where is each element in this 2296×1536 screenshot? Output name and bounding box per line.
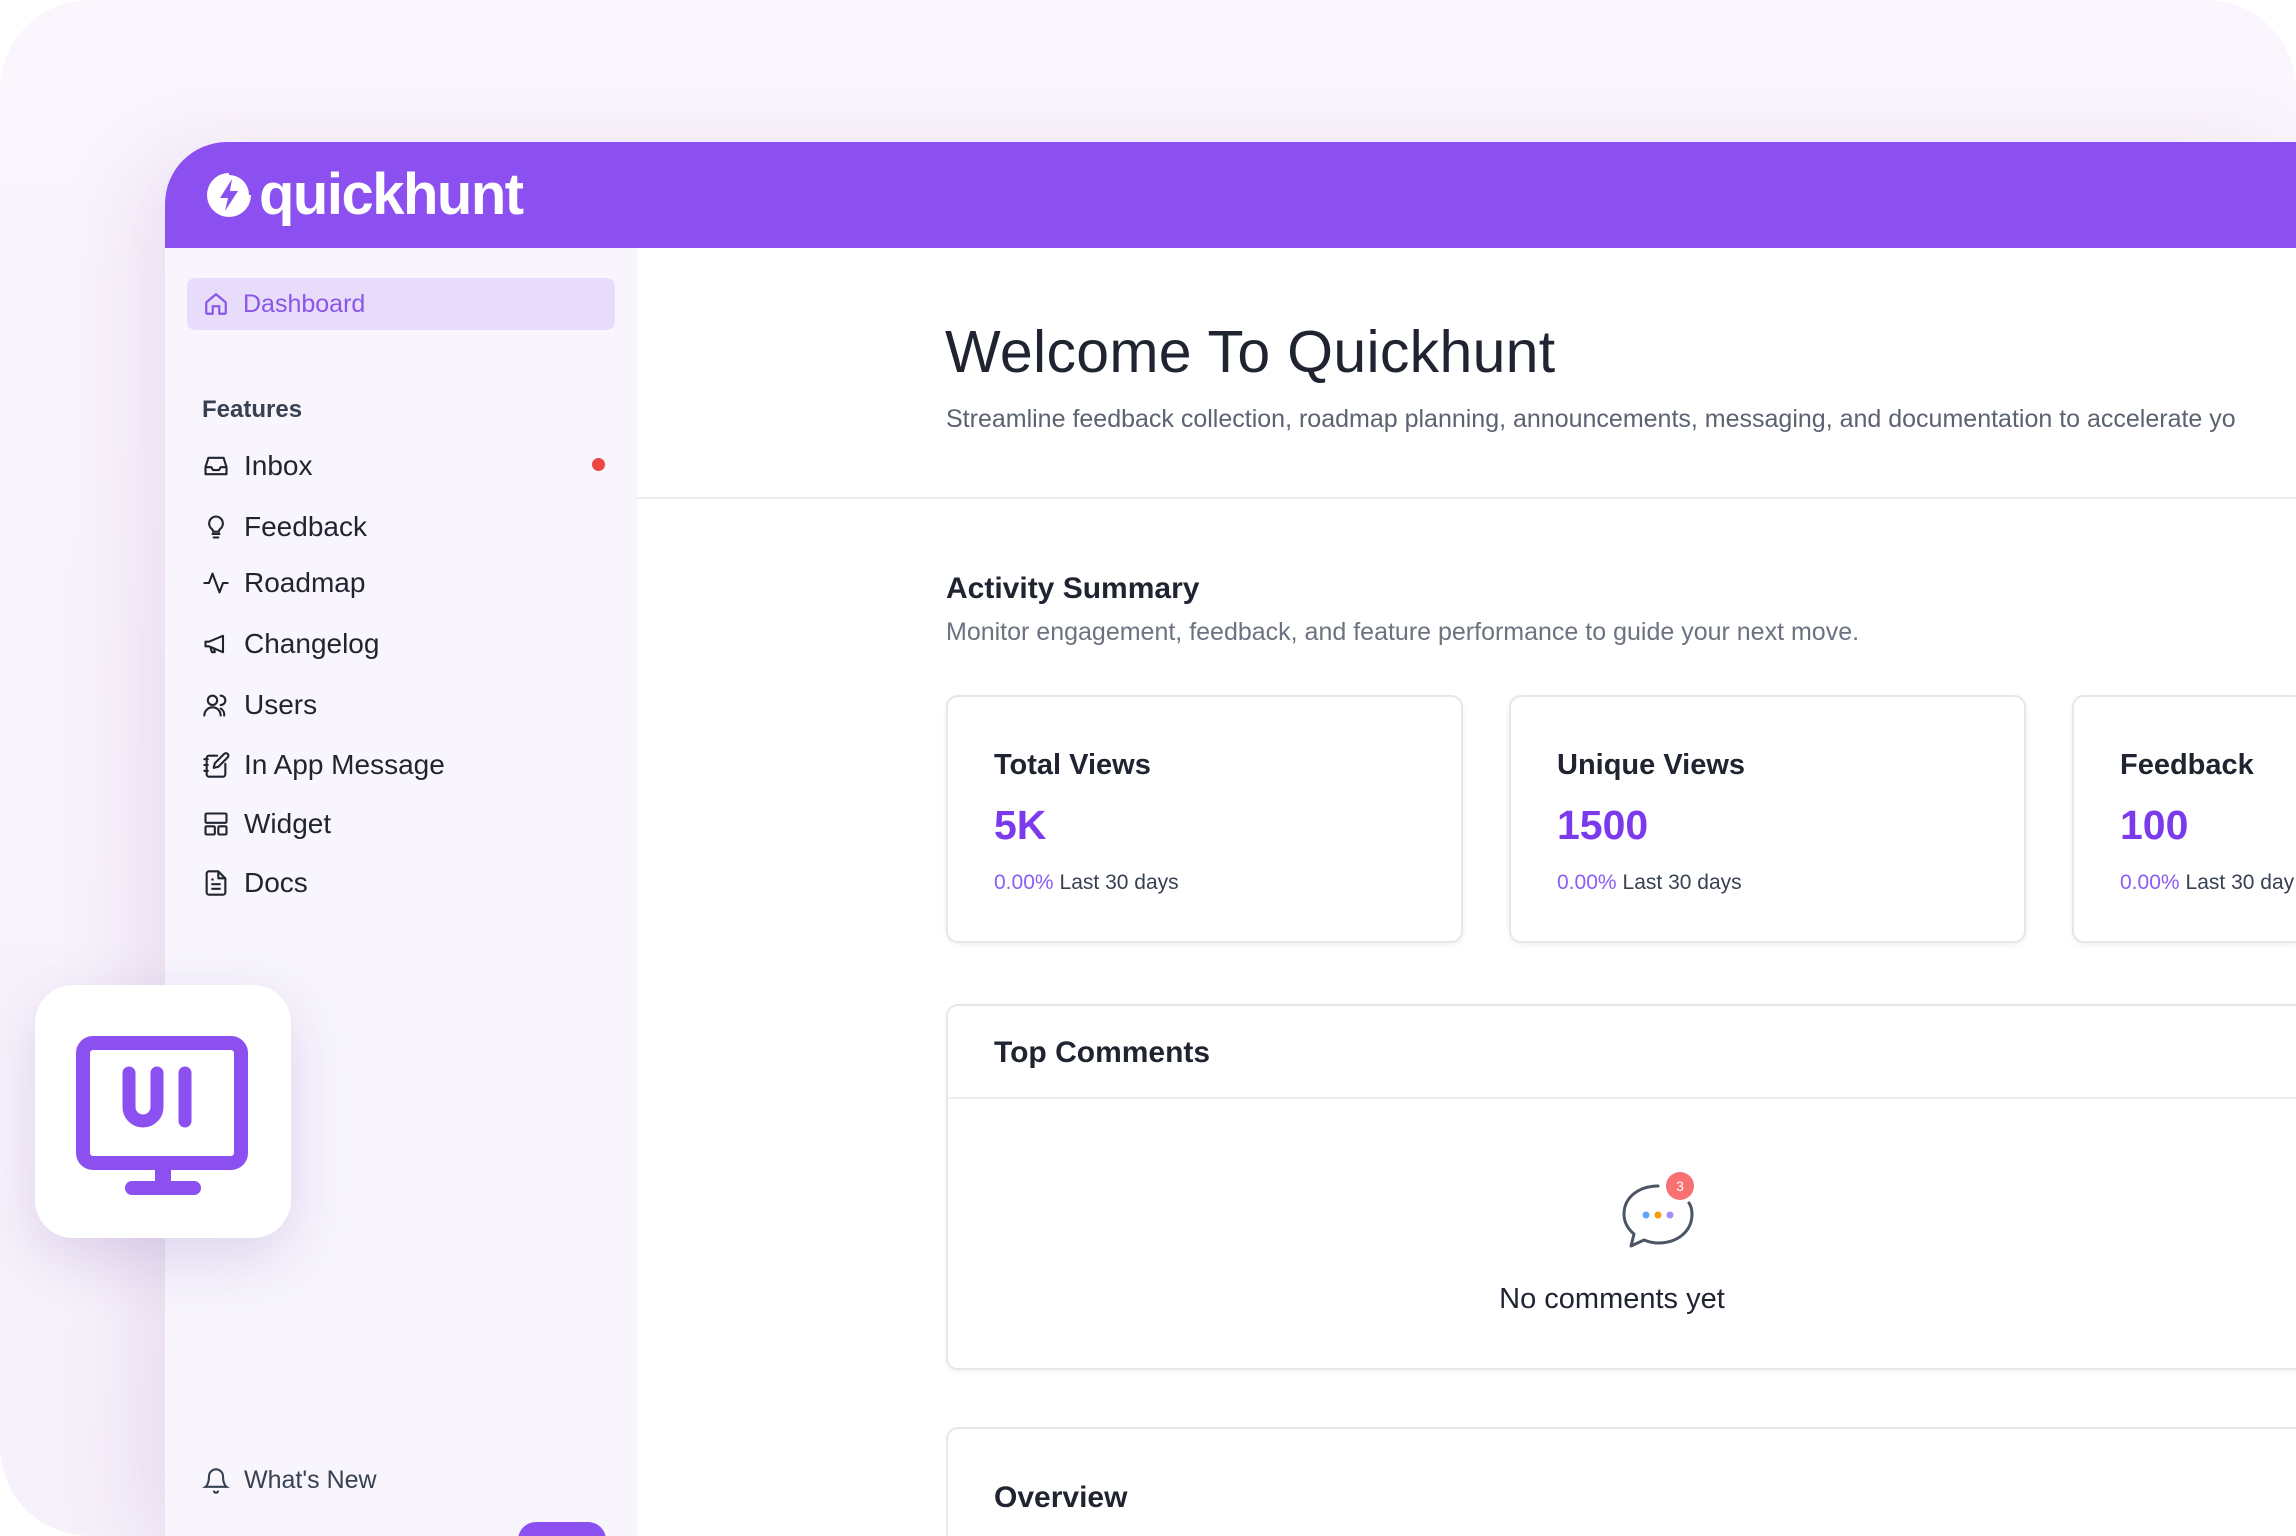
sidebar-item-label: In App Message [244, 749, 445, 780]
activity-icon [203, 572, 229, 594]
sidebar-item-inbox[interactable]: Inbox [202, 450, 313, 482]
top-bar: quickhunt [165, 142, 2296, 248]
top-comments-card: Top Comments 3 No comments yet [946, 1004, 2296, 1370]
quickhunt-logo[interactable]: quickhunt [203, 162, 524, 228]
stat-title: Total Views [994, 749, 1151, 781]
sidebar-footer-pill[interactable] [518, 1522, 606, 1536]
comment-badge-count: 3 [1676, 1178, 1684, 1194]
page-subtitle: Streamline feedback collection, roadmap … [946, 405, 2236, 433]
top-comments-title: Top Comments [994, 1036, 1211, 1069]
sidebar-item-whats-new[interactable]: What's New [202, 1466, 377, 1495]
stat-footer: 0.00% Last 30 days [994, 871, 1179, 895]
stat-title: Feedback [2120, 749, 2254, 781]
ui-badge-tile [35, 985, 291, 1238]
stat-percent: 0.00% [994, 871, 1054, 894]
stat-value: 100 [2120, 802, 2189, 848]
stat-period: Last 30 days [1059, 871, 1179, 894]
page-backdrop: quickhunt Dashboard Features Inbox Feedb… [0, 0, 2296, 1536]
sidebar-item-label: Users [244, 689, 318, 720]
stat-period: Last 30 days [1622, 871, 1742, 894]
overview-card: Overview [946, 1427, 2296, 1536]
sidebar-item-docs[interactable]: Docs [202, 867, 308, 899]
chat-bubble-icon: 3 [1622, 1172, 1694, 1248]
layout-icon [204, 812, 228, 836]
megaphone-icon [204, 634, 225, 654]
sidebar-item-widget[interactable]: Widget [202, 808, 331, 840]
sidebar-item-roadmap[interactable]: Roadmap [202, 567, 365, 599]
home-icon [205, 293, 227, 315]
stat-period: Last 30 day [2185, 871, 2295, 894]
sidebar-item-dashboard[interactable]: Dashboard [187, 278, 615, 330]
sidebar-item-users[interactable]: Users [202, 689, 317, 721]
stat-card-feedback[interactable]: Feedback 100 0.00% Last 30 day [2072, 695, 2296, 943]
stat-value: 1500 [1557, 802, 1649, 848]
card-divider [948, 1097, 2296, 1099]
activity-summary-subtitle: Monitor engagement, feedback, and featur… [946, 618, 1860, 646]
stat-footer: 0.00% Last 30 days [1557, 871, 1742, 895]
users-icon [203, 694, 227, 717]
inbox-notification-dot [592, 458, 605, 471]
bell-icon [202, 1467, 230, 1494]
stat-value: 5K [994, 802, 1047, 848]
empty-state-text: No comments yet [1499, 1283, 1725, 1315]
sidebar-item-label: Inbox [244, 450, 313, 481]
sidebar-item-label: Roadmap [244, 567, 366, 598]
overview-title: Overview [994, 1481, 1128, 1514]
stat-percent: 0.00% [1557, 871, 1617, 894]
sidebar-item-label: Feedback [244, 511, 367, 542]
lightbulb-icon [208, 515, 224, 539]
stat-card-unique-views[interactable]: Unique Views 1500 0.00% Last 30 days [1509, 695, 2026, 943]
sidebar-section-label: Features [202, 396, 303, 423]
sidebar-item-feedback[interactable]: Feedback [202, 511, 367, 543]
sidebar-item-label: What's New [244, 1466, 377, 1494]
sidebar-item-label: Dashboard [243, 289, 366, 318]
brand-name: quickhunt [259, 162, 524, 227]
bolt-logo-icon [207, 173, 251, 217]
page-title: Welcome To Quickhunt [945, 319, 1556, 385]
header-divider [637, 497, 2296, 499]
sidebar-item-label: Changelog [244, 628, 380, 659]
stat-card-total-views[interactable]: Total Views 5K 0.00% Last 30 days [946, 695, 1463, 943]
stat-footer: 0.00% Last 30 day [2120, 871, 2294, 895]
stat-percent: 0.00% [2120, 871, 2180, 894]
monitor-ui-icon [76, 1036, 248, 1195]
sidebar-item-changelog[interactable]: Changelog [202, 628, 379, 660]
document-icon [205, 870, 227, 896]
sidebar-item-label: Docs [244, 867, 308, 898]
activity-summary-title: Activity Summary [946, 572, 1200, 605]
stat-title: Unique Views [1557, 749, 1746, 781]
inbox-icon [204, 456, 228, 476]
sidebar-item-label: Widget [244, 808, 332, 839]
notebook-pen-icon [203, 752, 230, 778]
sidebar-item-in-app-message[interactable]: In App Message [202, 749, 445, 781]
